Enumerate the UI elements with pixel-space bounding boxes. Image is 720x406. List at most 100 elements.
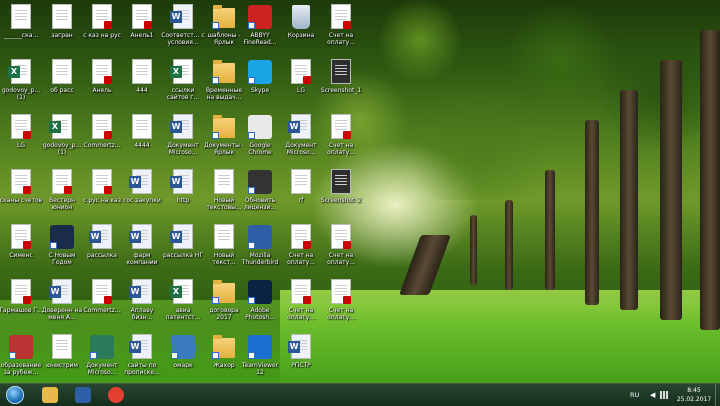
desktop-icon[interactable]: Adobe Photosh...: [239, 277, 281, 331]
desktop-icon-label: TeamViewer 12: [241, 362, 279, 376]
desktop-icon[interactable]: LG: [280, 57, 322, 111]
shortcut-arrow-icon: [248, 297, 255, 304]
desktop-icon[interactable]: Вестерн юнион: [41, 167, 83, 221]
desktop-icon-label: Документ Microso...: [285, 142, 317, 156]
word-file-icon: [170, 224, 193, 249]
desktop-icon[interactable]: рассылка: [81, 222, 123, 276]
desktop-icon[interactable]: с рус на каз: [81, 167, 123, 221]
desktop-icon[interactable]: Документ Microso...: [280, 112, 322, 166]
pdf-file-icon: [291, 224, 311, 249]
doc-file-icon: [214, 169, 234, 194]
desktop-icon[interactable]: Счет на оплату...: [320, 277, 362, 331]
taskbar-thunderbird-button[interactable]: [66, 385, 100, 406]
word-file-icon: [49, 279, 72, 304]
desktop-icon[interactable]: рассылка НГ: [162, 222, 204, 276]
desktop-icon[interactable]: Документ Microso...: [81, 332, 123, 386]
pdf-file-icon: [331, 224, 351, 249]
desktop-icon[interactable]: Счет на оплату...: [280, 222, 322, 276]
desktop-icon[interactable]: образование за рубеж...: [0, 332, 42, 386]
desktop-icon[interactable]: С Новым Годом: [41, 222, 83, 276]
chrome-icon: [108, 387, 124, 403]
desktop-icon[interactable]: с каз на рус: [81, 2, 123, 56]
desktop-icon[interactable]: Документ Microso...: [162, 112, 204, 166]
start-button[interactable]: [2, 385, 28, 406]
desktop-icon-label: Вестерн юнион: [48, 197, 76, 211]
desktop-icon[interactable]: Screenshot_1: [320, 57, 362, 111]
desktop-icon[interactable]: Screenshot_2: [320, 167, 362, 221]
desktop-icon[interactable]: Корзина: [280, 2, 322, 56]
tree-trunk: [505, 200, 513, 290]
desktop-icon[interactable]: LG: [0, 112, 42, 166]
network-icon[interactable]: [660, 391, 668, 399]
desktop-icon[interactable]: Счет на оплату...: [320, 112, 362, 166]
shortcut-arrow-icon: [248, 187, 255, 194]
desktop-icon[interactable]: фарм компании: [121, 222, 163, 276]
desktop-icon-label: рассылка НГ: [162, 252, 204, 259]
word-file-icon: [170, 169, 193, 194]
desktop-icon[interactable]: godovoy_p... (1): [41, 112, 83, 166]
pdf-file-icon: [52, 169, 72, 194]
desktop-icon[interactable]: омарк: [162, 332, 204, 386]
pdf-file-icon: [11, 279, 31, 304]
system-clock[interactable]: 8:45 25.02.2017: [674, 386, 714, 404]
language-indicator[interactable]: RU: [630, 391, 639, 399]
desktop-icon[interactable]: Счет на оплату...: [280, 277, 322, 331]
desktop-icon[interactable]: godovoy_p... (1): [0, 57, 42, 111]
desktop-icon[interactable]: 4444: [121, 112, 163, 166]
desktop-icon[interactable]: Сименс: [0, 222, 42, 276]
taskbar-chrome-button[interactable]: [99, 385, 133, 406]
desktop-icon-label: Google Chrome: [248, 142, 272, 156]
desktop-icon[interactable]: Commertz...: [81, 277, 123, 331]
desktop-icon-label: ABBYY FineRead...: [243, 32, 277, 46]
desktop-icon[interactable]: rf: [280, 167, 322, 221]
desktop-icon[interactable]: ссылки сайтов г...: [162, 57, 204, 111]
desktop-icon[interactable]: Google Chrome: [239, 112, 281, 166]
excel-file-icon: [170, 279, 193, 304]
desktop-icon[interactable]: Commertz...: [81, 112, 123, 166]
desktop-icon[interactable]: Счет на оплату...: [320, 222, 362, 276]
desktop-icon-label: Счет на оплату...: [327, 307, 355, 321]
desktop-icon[interactable]: загран: [41, 2, 83, 56]
taskbar-explorer-button[interactable]: [33, 385, 67, 406]
desktop-icon[interactable]: об расс: [41, 57, 83, 111]
desktop-icon[interactable]: Соответст... с условия...: [161, 2, 205, 56]
tray-overflow-icon[interactable]: ◀: [650, 391, 655, 399]
desktop-icon-label: 4444: [134, 142, 150, 149]
desktop-icon[interactable]: Обновить лицензи...: [239, 167, 281, 221]
desktop-icon[interactable]: http: [162, 167, 204, 221]
shortcut-arrow-icon: [248, 352, 255, 359]
desktop-icon[interactable]: Анель1: [121, 2, 163, 56]
excel-file-icon: [49, 114, 72, 139]
desktop-icon[interactable]: ABBYY FineRead...: [239, 2, 281, 56]
desktop-icon[interactable]: сайты по прописке...: [121, 332, 163, 386]
desktop-icon[interactable]: Гармашов Г...: [0, 277, 43, 331]
desktop-icon[interactable]: гос закупки: [121, 167, 163, 221]
desktop-icon-label: Счет на оплату...: [327, 142, 355, 156]
desktop-icon[interactable]: юнистрим: [41, 332, 83, 386]
desktop-icon[interactable]: Skype: [239, 57, 281, 111]
pdf-file-icon: [132, 4, 152, 29]
doc-file-icon: [52, 334, 72, 359]
desktop-icon[interactable]: РПСТР: [280, 332, 322, 386]
desktop-icon[interactable]: Аплаву бизн...: [121, 277, 163, 331]
shortcut-arrow-icon: [212, 132, 219, 139]
desktop-icon[interactable]: сканы счетов: [0, 167, 42, 221]
desktop-icon-label: Анель1: [130, 32, 154, 39]
shortcut-arrow-icon: [248, 132, 255, 139]
desktop-icon-label: РПСТР: [291, 362, 311, 369]
pdf-file-icon: [331, 4, 351, 29]
desktop-icon[interactable]: Доверенн на меня А...: [41, 277, 83, 331]
desktop-icon[interactable]: Анель: [81, 57, 123, 111]
desktop-icon-label: гос закупки: [123, 197, 161, 204]
show-desktop-button[interactable]: [715, 384, 720, 406]
shortcut-arrow-icon: [171, 352, 178, 359]
shortcut-arrow-icon: [212, 77, 219, 84]
desktop-icon[interactable]: авиа патентст...: [162, 277, 204, 331]
desktop-icon[interactable]: TeamViewer 12: [239, 332, 281, 386]
explorer-icon: [42, 387, 58, 403]
tree-trunk: [660, 60, 682, 320]
desktop-icon[interactable]: Счет на оплату...: [320, 2, 362, 56]
desktop-icon[interactable]: Mozilla Thunderbird: [239, 222, 281, 276]
desktop-icon[interactable]: 444: [121, 57, 163, 111]
desktop-icon[interactable]: ______ска...: [0, 2, 42, 56]
